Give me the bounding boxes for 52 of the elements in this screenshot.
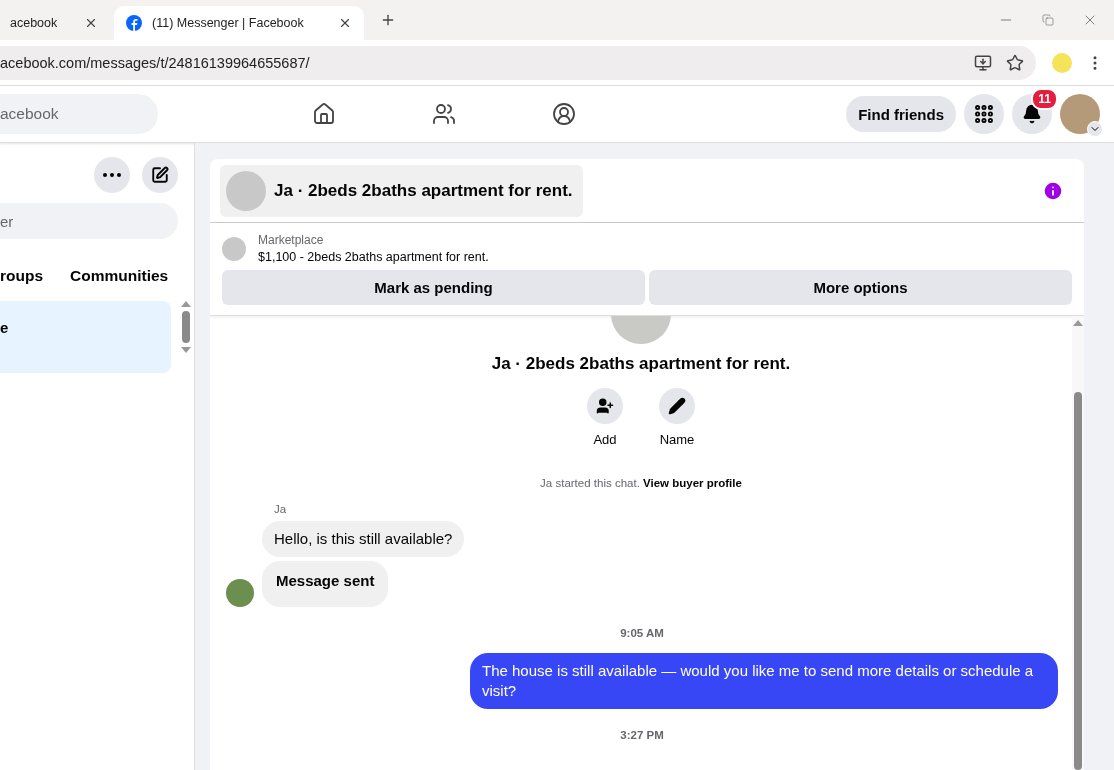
- address-bar[interactable]: acebook.com/messages/t/24816139964655687/: [0, 45, 1036, 80]
- compose-icon: [151, 166, 169, 184]
- search-field[interactable]: acebook: [0, 94, 158, 134]
- view-buyer-profile-link[interactable]: View buyer profile: [643, 477, 742, 489]
- install-icon[interactable]: [974, 53, 992, 72]
- new-tab-icon[interactable]: [380, 12, 396, 28]
- pencil-icon: [668, 397, 686, 415]
- chat-list-item[interactable]: e: [0, 301, 171, 373]
- scroll-up-icon[interactable]: [1073, 320, 1083, 326]
- chat-intro-title: Ja · 2beds 2baths apartment for rent.: [491, 354, 791, 374]
- scrollbar-thumb[interactable]: [1074, 392, 1082, 770]
- listing-source: Marketplace: [258, 233, 325, 247]
- browser-tab[interactable]: (11) Messenger | Facebook: [114, 6, 364, 40]
- timestamp: 3:27 PM: [620, 729, 664, 741]
- chevron-icon[interactable]: [1087, 121, 1103, 137]
- filter-tab[interactable]: roups: [0, 267, 44, 285]
- new-message-button[interactable]: [142, 157, 178, 193]
- facebook-logo-icon: [126, 15, 142, 31]
- menu-button[interactable]: [964, 94, 1004, 134]
- sender-avatar: [226, 579, 254, 607]
- info-icon[interactable]: [1042, 179, 1064, 202]
- conversation-name: Ja · 2beds 2baths apartment for rent.: [274, 180, 573, 201]
- close-icon[interactable]: [84, 16, 98, 30]
- close-icon[interactable]: [338, 16, 352, 30]
- browser-tab[interactable]: acebook: [0, 6, 110, 40]
- conversation-title[interactable]: Ja · 2beds 2baths apartment for rent.: [220, 164, 583, 217]
- chat-start-note: Ja started this chat. View buyer profile: [540, 477, 742, 489]
- friends-icon[interactable]: [432, 102, 456, 126]
- search-field[interactable]: er: [0, 203, 178, 239]
- listing-summary: $1,100 - 2beds 2baths apartment for rent.: [258, 250, 489, 264]
- message-bubble: The house is still available — would you like me to send more details or schedule a visit?: [470, 653, 1058, 709]
- listing-action-button[interactable]: Mark as pending: [222, 270, 645, 305]
- timestamp: 9:05 AM: [620, 627, 664, 639]
- message-bubble: Message sent: [262, 561, 389, 607]
- groups-icon[interactable]: [552, 102, 576, 126]
- scrollbar-thumb[interactable]: [182, 311, 190, 343]
- profile-avatar[interactable]: [1060, 94, 1100, 134]
- listing-action-button[interactable]: More options: [649, 270, 1072, 305]
- sender-name: Ja: [274, 503, 288, 515]
- message-bubble: Hello, is this still available?: [262, 521, 465, 557]
- more-icon: [103, 173, 121, 177]
- more-button[interactable]: [94, 157, 130, 193]
- find-friends-button[interactable]: Find friends: [846, 96, 956, 132]
- listing-photo: [226, 170, 266, 211]
- notification-badge: 11: [1031, 88, 1058, 110]
- grid-icon: [973, 103, 995, 125]
- filter-tab[interactable]: Communities: [70, 267, 169, 285]
- listing-photo: [222, 236, 246, 261]
- add-person-icon: [596, 397, 614, 415]
- bell-icon: [1022, 104, 1042, 124]
- home-icon[interactable]: [312, 102, 336, 126]
- star-icon[interactable]: [1006, 53, 1024, 72]
